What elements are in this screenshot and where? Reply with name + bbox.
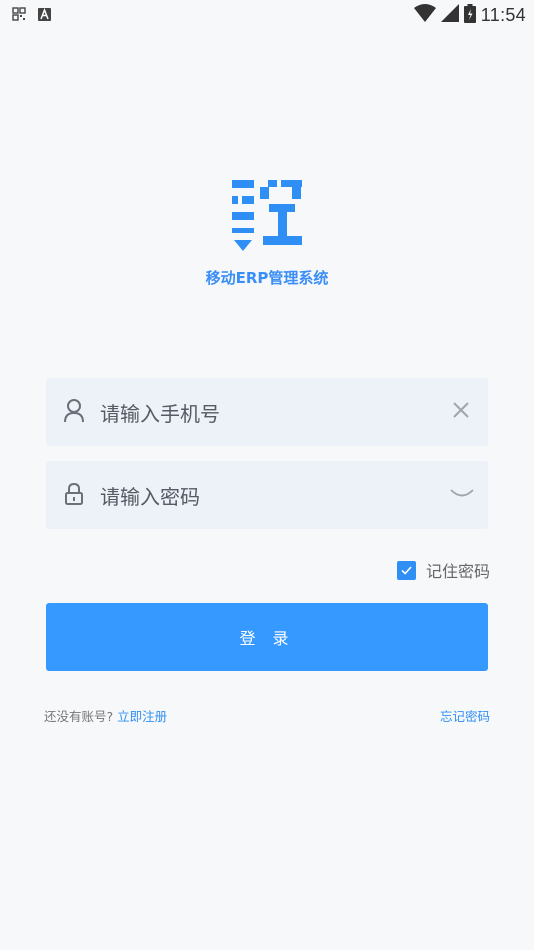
eye-closed-icon[interactable] bbox=[450, 482, 474, 504]
a-icon bbox=[38, 6, 51, 25]
wifi-icon bbox=[413, 4, 436, 26]
status-bar: 11:54 bbox=[0, 0, 534, 30]
login-screen: 11:54 移动ERP管理系统 请输入手机号 请输入密码 记住密码 登 录 还没… bbox=[0, 0, 534, 950]
remember-label[interactable]: 记住密码 bbox=[426, 558, 490, 582]
remember-password[interactable]: 记住密码 bbox=[396, 558, 490, 582]
lock-icon bbox=[62, 481, 86, 507]
app-logo bbox=[228, 178, 306, 254]
user-icon bbox=[62, 398, 86, 424]
check-icon bbox=[401, 565, 412, 575]
no-account-text: 还没有账号? bbox=[44, 709, 114, 724]
password-field[interactable]: 请输入密码 bbox=[46, 461, 488, 529]
remember-checkbox[interactable] bbox=[396, 560, 416, 580]
clear-icon[interactable] bbox=[450, 399, 472, 421]
register-link[interactable]: 立即注册 bbox=[117, 709, 167, 724]
phone-field[interactable]: 请输入手机号 bbox=[46, 378, 488, 446]
app-title: 移动ERP管理系统 bbox=[205, 269, 329, 287]
battery-icon bbox=[463, 3, 476, 27]
footer-links: 还没有账号? 立即注册 忘记密码 bbox=[44, 706, 490, 725]
forgot-password-link[interactable]: 忘记密码 bbox=[440, 706, 490, 725]
phone-input[interactable]: 请输入手机号 bbox=[100, 398, 220, 427]
login-button[interactable]: 登 录 bbox=[46, 603, 488, 671]
signal-icon bbox=[440, 4, 459, 26]
password-input[interactable]: 请输入密码 bbox=[100, 481, 200, 510]
apps-icon bbox=[12, 6, 26, 25]
clock: 11:54 bbox=[480, 4, 526, 25]
